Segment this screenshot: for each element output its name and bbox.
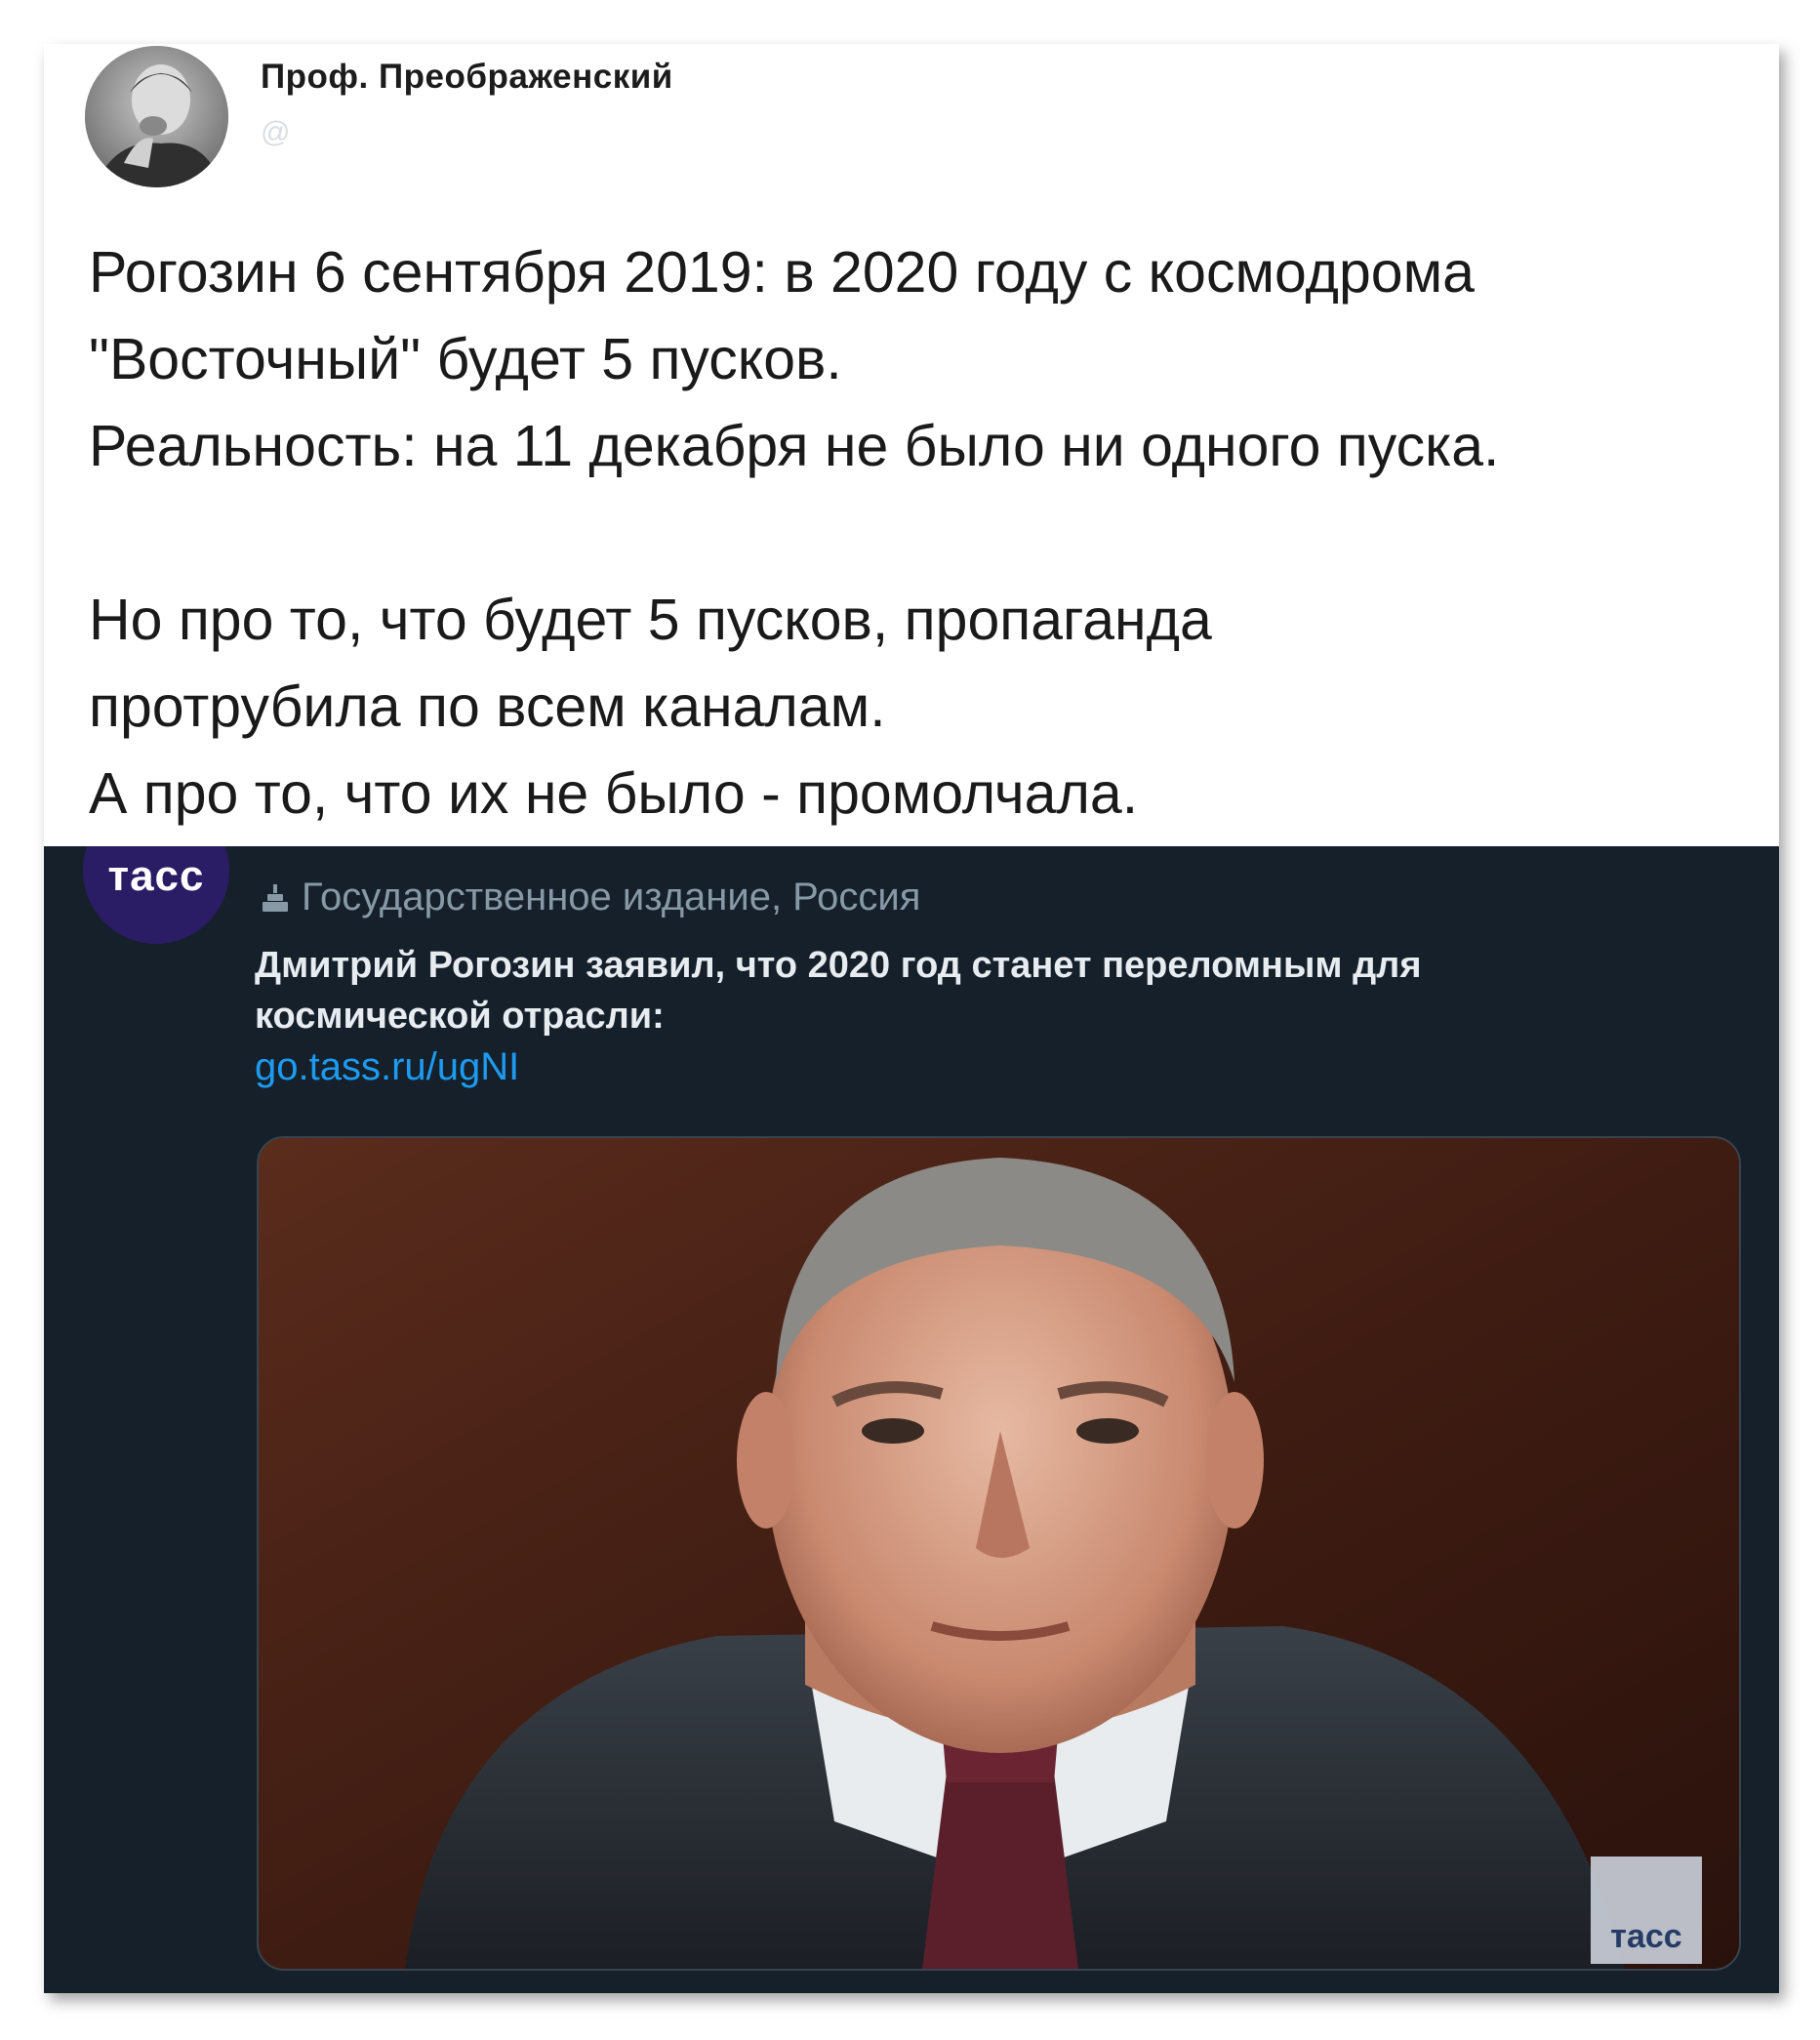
tass-avatar[interactable]: тасс [83, 846, 229, 944]
podium-icon [263, 883, 288, 912]
watermark-text: тасс [1610, 1918, 1682, 1955]
tweet: Проф. Преображенский @ Рогозин 6 сентябр… [44, 44, 1779, 846]
tweet-line: А про то, что их не было - промолчала. [89, 761, 1139, 826]
embedded-tweet-text: Дмитрий Рогозин заявил, что 2020 год ста… [255, 945, 1422, 1037]
author-avatar[interactable] [85, 46, 228, 187]
tweet-line: "Восточный" будет 5 пусков. [89, 327, 842, 391]
tweet-line-break [89, 490, 1748, 577]
state-media-label: Государственное издание, Россия [261, 876, 920, 919]
portrait-photo [259, 1138, 1739, 1969]
tweet-text: Рогозин 6 сентября 2019: в 2020 году с к… [89, 229, 1748, 837]
embedded-tweet-link[interactable]: go.tass.ru/ugNI [255, 1045, 519, 1089]
author-name[interactable]: Проф. Преображенский [261, 58, 673, 97]
tweet-photo[interactable]: тасс [257, 1136, 1741, 1971]
tweet-line: Но про то, что будет 5 пусков, пропаганд… [89, 588, 1212, 652]
state-media-text: Государственное издание, Россия [302, 876, 921, 918]
tweet-line: протрубила по всем каналам. [89, 674, 886, 739]
tass-watermark: тасс [1591, 1856, 1702, 1964]
screenshot-frame: Проф. Преображенский @ Рогозин 6 сентябр… [44, 44, 1779, 1993]
embedded-tweet[interactable]: тасс Государственное издание, Россия Дми… [44, 846, 1779, 1993]
author-handle[interactable]: @ [261, 116, 290, 149]
tweet-line: Рогозин 6 сентября 2019: в 2020 году с к… [89, 240, 1475, 305]
tweet-line: Реальность: на 11 декабря не было ни одн… [89, 414, 1500, 478]
tass-avatar-text: тасс [107, 852, 205, 900]
